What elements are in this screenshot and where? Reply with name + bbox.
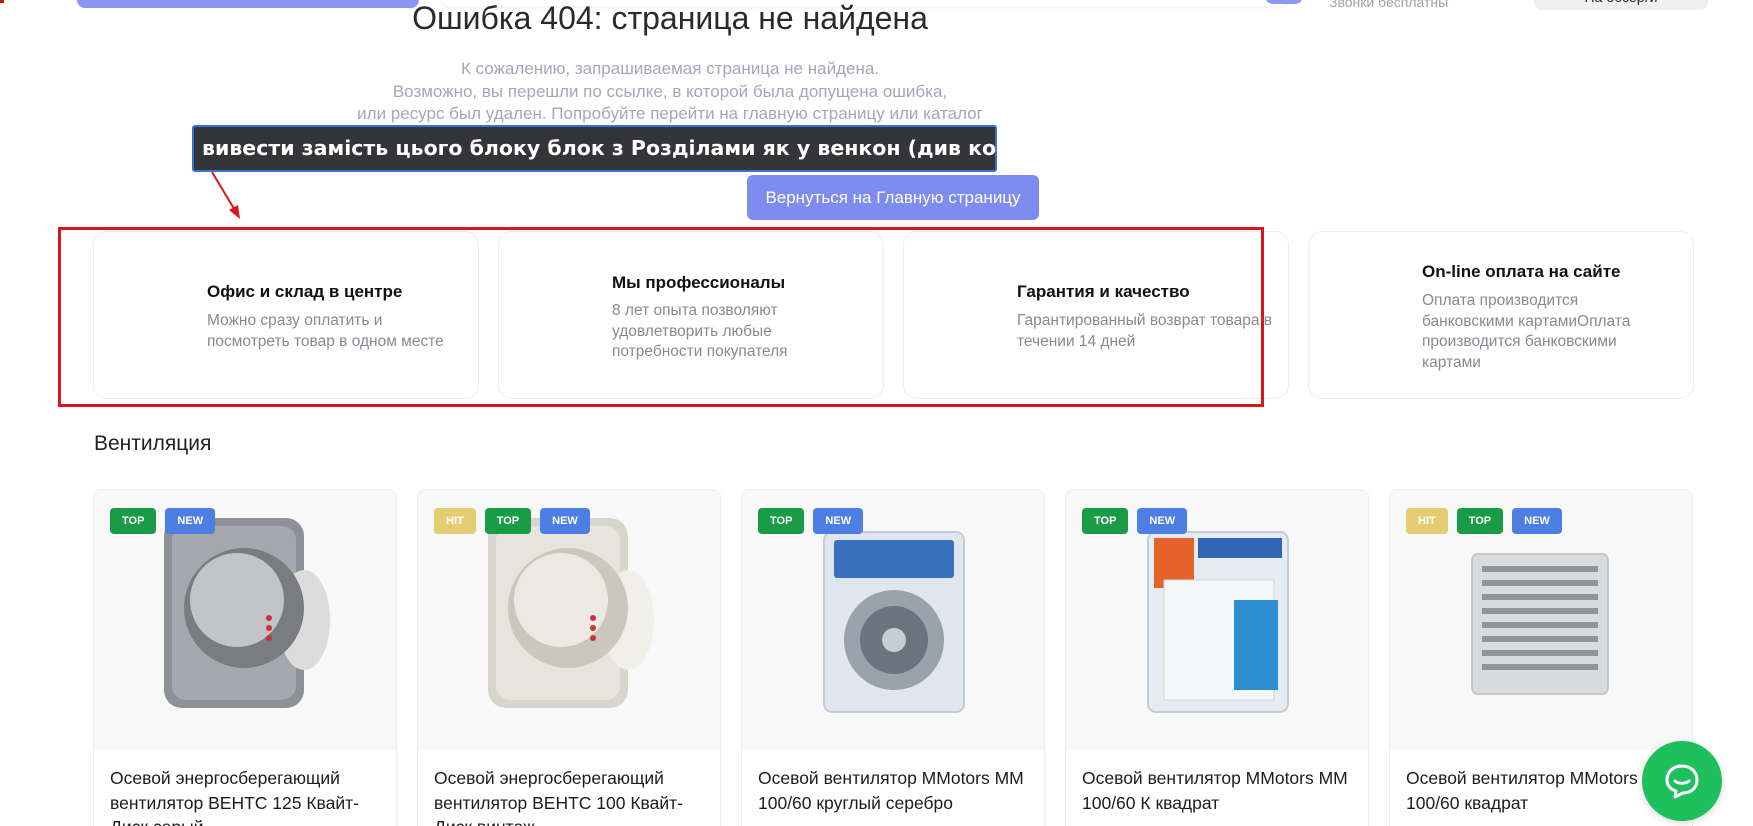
error-description: К сожалению, запрашиваемая страница не н…	[0, 58, 1340, 126]
badge-hit: HIT	[1406, 508, 1448, 534]
section-title: Вентиляция	[94, 432, 212, 455]
contact-note: Звонки бесплатны	[1329, 0, 1449, 10]
badge-group: TOP NEW	[1082, 508, 1188, 534]
feature-card: On-line оплата на сайте Оплата производи…	[1308, 231, 1694, 399]
error-line: или ресурс был удален. Попробуйте перейт…	[357, 104, 983, 123]
product-card[interactable]: HIT TOP NEW Осевой энергосберегающий вен…	[417, 489, 721, 826]
badge-hit: HIT	[434, 508, 476, 534]
feature-title: On-line оплата на сайте	[1422, 262, 1621, 281]
header-right-button[interactable]: На обсерги	[1534, 0, 1708, 10]
product-card[interactable]: TOP NEW Осевой вентилятор MMotors ММ 100…	[741, 489, 1045, 826]
badge-group: TOP NEW	[110, 508, 216, 534]
badge-new: NEW	[1137, 508, 1188, 534]
error-line: Возможно, вы перешли по ссылке, в которо…	[392, 81, 948, 101]
product-name[interactable]: Осевой энергосберегающий вентилятор ВЕНТ…	[434, 766, 714, 826]
product-name[interactable]: Осевой вентилятор MMotors ММ 100/60 К кв…	[1082, 766, 1362, 815]
error-line: К сожалению, запрашиваемая страница не н…	[460, 59, 880, 78]
badge-group: HIT TOP NEW	[434, 508, 590, 534]
badge-new: NEW	[540, 508, 590, 534]
badge-top: TOP	[1082, 508, 1129, 534]
product-name[interactable]: Осевой энергосберегающий вентилятор ВЕНТ…	[110, 766, 390, 826]
badge-top: TOP	[484, 508, 532, 534]
product-card[interactable]: TOP NEW Осевой энергосберегающий вентиля…	[93, 489, 397, 826]
badge-new: NEW	[165, 508, 216, 534]
badge-group: TOP NEW	[758, 508, 864, 534]
badge-new: NEW	[813, 508, 864, 534]
annotation-callout: вивести замість цього блоку блок з Розді…	[192, 125, 1062, 172]
annotation-frame	[58, 227, 1264, 407]
product-card[interactable]: TOP NEW Осевой вентилятор MMotors ММ 100…	[1065, 489, 1369, 826]
chat-button[interactable]	[1642, 741, 1722, 821]
feature-desc: Оплата производится банковскими картамиО…	[1422, 292, 1631, 371]
badge-top: TOP	[110, 508, 157, 534]
badge-top: TOP	[1456, 508, 1504, 534]
badge-group: HIT TOP NEW	[1406, 508, 1562, 534]
chat-bubble-icon	[1665, 764, 1699, 799]
badge-top: TOP	[758, 508, 805, 534]
product-name[interactable]: Осевой вентилятор MMotors ММ 100/60 круг…	[758, 766, 1038, 815]
error-title: Ошибка 404: страница не найдена	[412, 0, 928, 36]
home-button[interactable]: Вернуться на Главную страницу	[747, 175, 1039, 220]
badge-new: NEW	[1512, 508, 1562, 534]
